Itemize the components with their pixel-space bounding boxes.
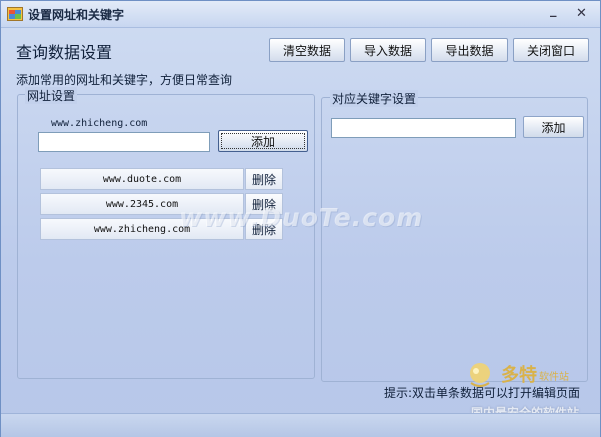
add-url-button[interactable]: 添加 bbox=[218, 130, 308, 152]
logo-name: 多特 bbox=[501, 365, 537, 386]
description-text: 添加常用的网址和关键字，方便日常查询 bbox=[16, 73, 233, 87]
export-data-button[interactable]: 导出数据 bbox=[431, 38, 508, 62]
delete-url-button[interactable]: 删除 bbox=[245, 168, 283, 190]
duote-logo-icon bbox=[470, 363, 490, 387]
import-data-button[interactable]: 导入数据 bbox=[350, 38, 426, 62]
window-title: 设置网址和关键字 bbox=[28, 8, 125, 22]
status-bar bbox=[1, 413, 600, 437]
close-window-button[interactable]: 关闭窗口 bbox=[513, 38, 589, 62]
page-title: 查询数据设置 bbox=[16, 43, 113, 62]
logo-sub: 软件站 bbox=[539, 372, 569, 383]
url-input[interactable] bbox=[38, 132, 210, 152]
url-settings-legend: 网址设置 bbox=[25, 87, 78, 104]
keyword-settings-legend: 对应关键字设置 bbox=[330, 90, 419, 107]
minimize-button[interactable]: _ bbox=[550, 4, 557, 18]
settings-window: 设置网址和关键字 _ ✕ 查询数据设置 清空数据 导入数据 导出数据 关闭窗口 … bbox=[0, 0, 601, 437]
keyword-settings-group: 对应关键字设置 bbox=[321, 90, 588, 382]
url-example-hint: www.zhicheng.com bbox=[51, 118, 148, 129]
url-list-item[interactable]: www.duote.com bbox=[40, 168, 244, 190]
clear-data-button[interactable]: 清空数据 bbox=[269, 38, 345, 62]
close-icon[interactable]: ✕ bbox=[576, 7, 587, 21]
title-bar[interactable]: 设置网址和关键字 _ ✕ bbox=[1, 1, 600, 28]
app-window-icon bbox=[7, 7, 23, 21]
keyword-input[interactable] bbox=[331, 118, 516, 138]
site-watermark: www.DuoTe.com bbox=[179, 203, 424, 232]
add-keyword-button[interactable]: 添加 bbox=[523, 116, 584, 138]
